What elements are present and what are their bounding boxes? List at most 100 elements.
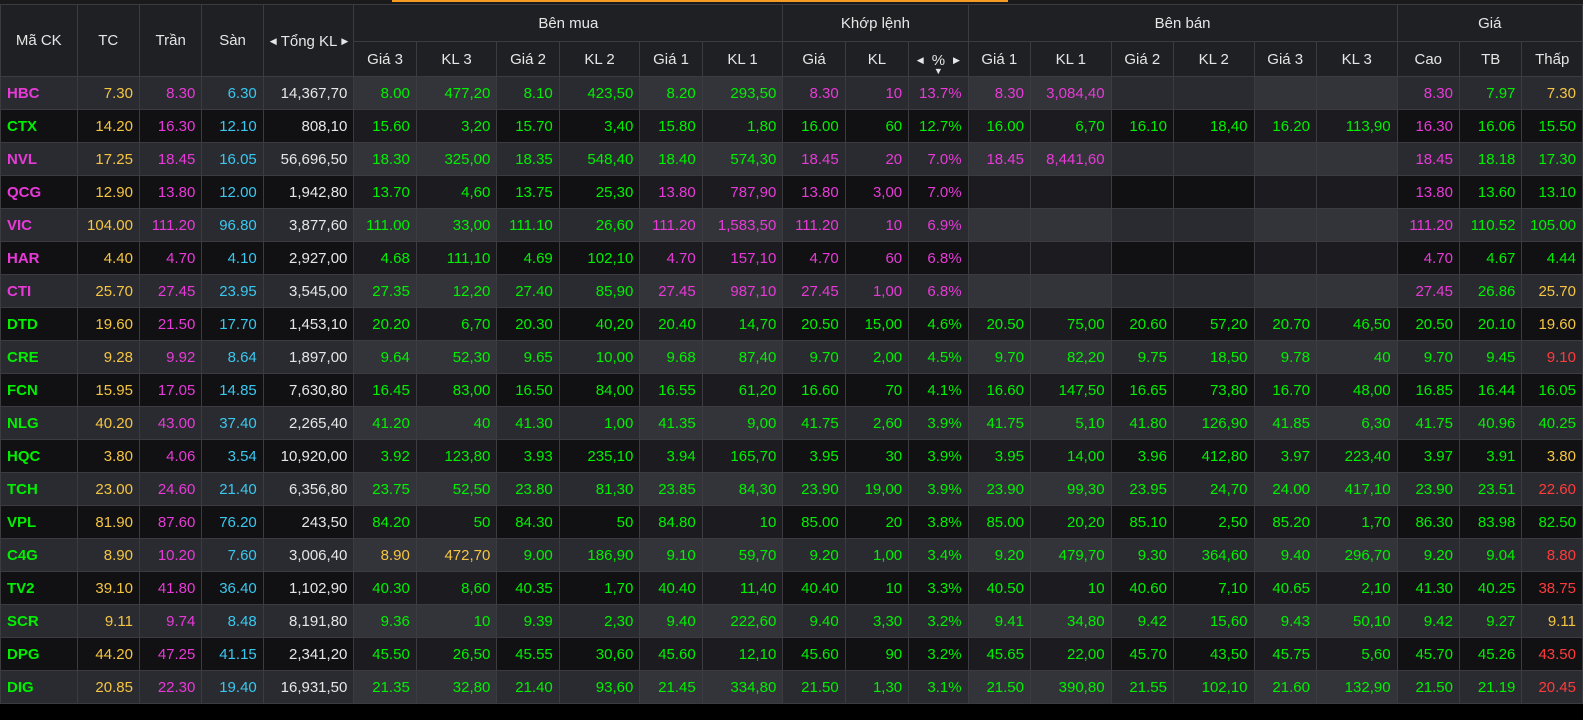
col-ask3-header[interactable]: Giá 3 bbox=[1253, 41, 1317, 77]
table-row[interactable]: DTD 19.60 21.50 17.70 1,453,10 20.20 6,70 20.30… bbox=[0, 307, 1583, 341]
bid2-volume-cell: 84,00 bbox=[558, 373, 641, 407]
symbol-cell[interactable]: CTI bbox=[0, 274, 78, 308]
symbol-cell[interactable]: DPG bbox=[0, 637, 78, 671]
match-volume-cell: 10 bbox=[844, 208, 910, 242]
caret-left-icon[interactable]: ◀ bbox=[917, 55, 924, 66]
ask1-price-cell bbox=[967, 241, 1032, 275]
ask3-price-cell: 9.43 bbox=[1253, 604, 1317, 638]
symbol-cell[interactable]: HQC bbox=[0, 439, 78, 473]
bid3-price-cell: 20.20 bbox=[353, 307, 417, 341]
symbol-cell[interactable]: HBC bbox=[0, 76, 78, 110]
col-floor-header[interactable]: Sàn bbox=[201, 4, 264, 77]
table-row[interactable]: CTX 14.20 16.30 12.10 808,10 15.60 3,20 15.70 3,… bbox=[0, 109, 1583, 143]
symbol-cell[interactable]: DTD bbox=[0, 307, 78, 341]
col-ref-header[interactable]: TC bbox=[76, 4, 140, 77]
bid3-price-cell: 45.50 bbox=[353, 637, 417, 671]
bid3-price-cell: 9.64 bbox=[353, 340, 417, 374]
match-pct-cell: 4.6% bbox=[908, 307, 969, 341]
col-total-volume-header[interactable]: ◀ Tổng KL ▶ bbox=[262, 4, 355, 77]
ask2-price-cell bbox=[1110, 208, 1174, 242]
match-pct-cell: 3.1% bbox=[908, 670, 969, 704]
match-volume-cell: 90 bbox=[844, 637, 910, 671]
col-match-price-header[interactable]: Giá bbox=[782, 41, 846, 77]
bid2-volume-cell: 40,20 bbox=[558, 307, 641, 341]
table-row[interactable]: HAR 4.40 4.70 4.10 2,927,00 4.68 111,10 4.69 102… bbox=[0, 241, 1583, 275]
ask1-price-cell: 3.95 bbox=[967, 439, 1032, 473]
symbol-cell[interactable]: HAR bbox=[0, 241, 78, 275]
ask3-volume-cell bbox=[1315, 76, 1398, 110]
table-row[interactable]: VPL 81.90 87.60 76.20 243,50 84.20 50 84.30 50 84… bbox=[0, 505, 1583, 539]
col-match-pct-header[interactable]: ◀% ▶ ▼ bbox=[908, 41, 969, 77]
caret-right-icon[interactable]: ▶ bbox=[341, 36, 348, 47]
symbol-cell[interactable]: QCG bbox=[0, 175, 78, 209]
low-price-cell: 25.70 bbox=[1521, 274, 1583, 308]
table-row[interactable]: NLG 40.20 43.00 37.40 2,265,40 41.20 40 41.30 1,… bbox=[0, 406, 1583, 440]
table-row[interactable]: DPG 44.20 47.25 41.15 2,341,20 45.50 26,50 45.5… bbox=[0, 637, 1583, 671]
symbol-cell[interactable]: CTX bbox=[0, 109, 78, 143]
symbol-cell[interactable]: SCR bbox=[0, 604, 78, 638]
bid1-price-cell: 41.35 bbox=[639, 406, 703, 440]
table-row[interactable]: CTI 25.70 27.45 23.95 3,545,00 27.35 12,20 27.4… bbox=[0, 274, 1583, 308]
col-avg-header[interactable]: TB bbox=[1458, 41, 1523, 77]
ask2-price-cell: 85.10 bbox=[1110, 505, 1174, 539]
table-row[interactable]: CRE 9.28 9.92 8.64 1,897,00 9.64 52,30 9.65 10,0… bbox=[0, 340, 1583, 374]
avg-price-cell: 45.26 bbox=[1458, 637, 1523, 671]
col-ask2-vol-header[interactable]: KL 2 bbox=[1172, 41, 1255, 77]
ceiling-price-cell: 22.30 bbox=[138, 670, 203, 704]
table-row[interactable]: TCH 23.00 24.60 21.40 6,356,80 23.75 52,50 23.8… bbox=[0, 472, 1583, 506]
symbol-cell[interactable]: VIC bbox=[0, 208, 78, 242]
ask3-price-cell: 9.78 bbox=[1253, 340, 1317, 374]
symbol-cell[interactable]: CRE bbox=[0, 340, 78, 374]
caret-right-icon[interactable]: ▶ bbox=[953, 55, 960, 66]
table-row[interactable]: TV2 39.10 41.80 36.40 1,102,90 40.30 8,60 40.35… bbox=[0, 571, 1583, 605]
table-row[interactable]: QCG 12.90 13.80 12.00 1,942,80 13.70 4,60 13.75… bbox=[0, 175, 1583, 209]
symbol-cell[interactable]: C4G bbox=[0, 538, 78, 572]
symbol-cell[interactable]: NVL bbox=[0, 142, 78, 176]
symbol-cell[interactable]: FCN bbox=[0, 373, 78, 407]
symbol-cell[interactable]: VPL bbox=[0, 505, 78, 539]
table-row[interactable]: HQC 3.80 4.06 3.54 10,920,00 3.92 123,80 3.93 23… bbox=[0, 439, 1583, 473]
bid1-volume-cell: 165,70 bbox=[701, 439, 784, 473]
col-bid1-header[interactable]: Giá 1 bbox=[639, 41, 703, 77]
table-row[interactable]: SCR 9.11 9.74 8.48 8,191,80 9.36 10 9.39 2,30 9.4… bbox=[0, 604, 1583, 638]
col-bid1-vol-header[interactable]: KL 1 bbox=[701, 41, 784, 77]
col-bid2-header[interactable]: Giá 2 bbox=[496, 41, 560, 77]
ceiling-price-cell: 13.80 bbox=[138, 175, 203, 209]
col-high-header[interactable]: Cao bbox=[1396, 41, 1460, 77]
table-row[interactable]: C4G 8.90 10.20 7.60 3,006,40 8.90 472,70 9.00 18… bbox=[0, 538, 1583, 572]
col-low-header[interactable]: Thấp bbox=[1521, 41, 1583, 77]
low-price-cell: 43.50 bbox=[1521, 637, 1583, 671]
col-bid3-vol-header[interactable]: KL 3 bbox=[415, 41, 498, 77]
col-ask1-header[interactable]: Giá 1 bbox=[967, 41, 1032, 77]
floor-price-cell: 14.85 bbox=[201, 373, 264, 407]
avg-price-cell: 110.52 bbox=[1458, 208, 1523, 242]
symbol-cell[interactable]: NLG bbox=[0, 406, 78, 440]
col-symbol-header[interactable]: Mã CK bbox=[0, 4, 78, 77]
sort-desc-icon[interactable]: ▼ bbox=[934, 66, 943, 76]
ask1-price-cell bbox=[967, 208, 1032, 242]
ask1-volume-cell bbox=[1030, 241, 1112, 275]
col-ask1-vol-header[interactable]: KL 1 bbox=[1030, 41, 1112, 77]
table-row[interactable]: NVL 17.25 18.45 16.05 56,696,50 18.30 325,00 18… bbox=[0, 142, 1583, 176]
avg-price-cell: 9.27 bbox=[1458, 604, 1523, 638]
col-ceiling-header[interactable]: Trần bbox=[138, 4, 203, 77]
high-price-cell: 3.97 bbox=[1396, 439, 1460, 473]
symbol-cell[interactable]: TV2 bbox=[0, 571, 78, 605]
high-price-cell: 9.42 bbox=[1396, 604, 1460, 638]
table-row[interactable]: HBC 7.30 8.30 6.30 14,367,70 8.00 477,20 8.10 42… bbox=[0, 76, 1583, 110]
table-row[interactable]: FCN 15.95 17.05 14.85 7,630,80 16.45 83,00 16.5… bbox=[0, 373, 1583, 407]
ask3-volume-cell bbox=[1315, 208, 1398, 242]
col-ask3-vol-header[interactable]: KL 3 bbox=[1315, 41, 1398, 77]
match-volume-cell: 70 bbox=[844, 373, 910, 407]
bid3-volume-cell: 8,60 bbox=[415, 571, 498, 605]
ceiling-price-cell: 27.45 bbox=[138, 274, 203, 308]
table-row[interactable]: VIC 104.00 111.20 96.80 3,877,60 111.00 33,00 1… bbox=[0, 208, 1583, 242]
col-bid3-header[interactable]: Giá 3 bbox=[353, 41, 417, 77]
symbol-cell[interactable]: TCH bbox=[0, 472, 78, 506]
table-row[interactable]: DIG 20.85 22.30 19.40 16,931,50 21.35 32,80 21.… bbox=[0, 670, 1583, 704]
col-ask2-header[interactable]: Giá 2 bbox=[1110, 41, 1174, 77]
caret-left-icon[interactable]: ◀ bbox=[270, 36, 277, 47]
col-match-vol-header[interactable]: KL bbox=[844, 41, 910, 77]
symbol-cell[interactable]: DIG bbox=[0, 670, 78, 704]
col-bid2-vol-header[interactable]: KL 2 bbox=[558, 41, 641, 77]
